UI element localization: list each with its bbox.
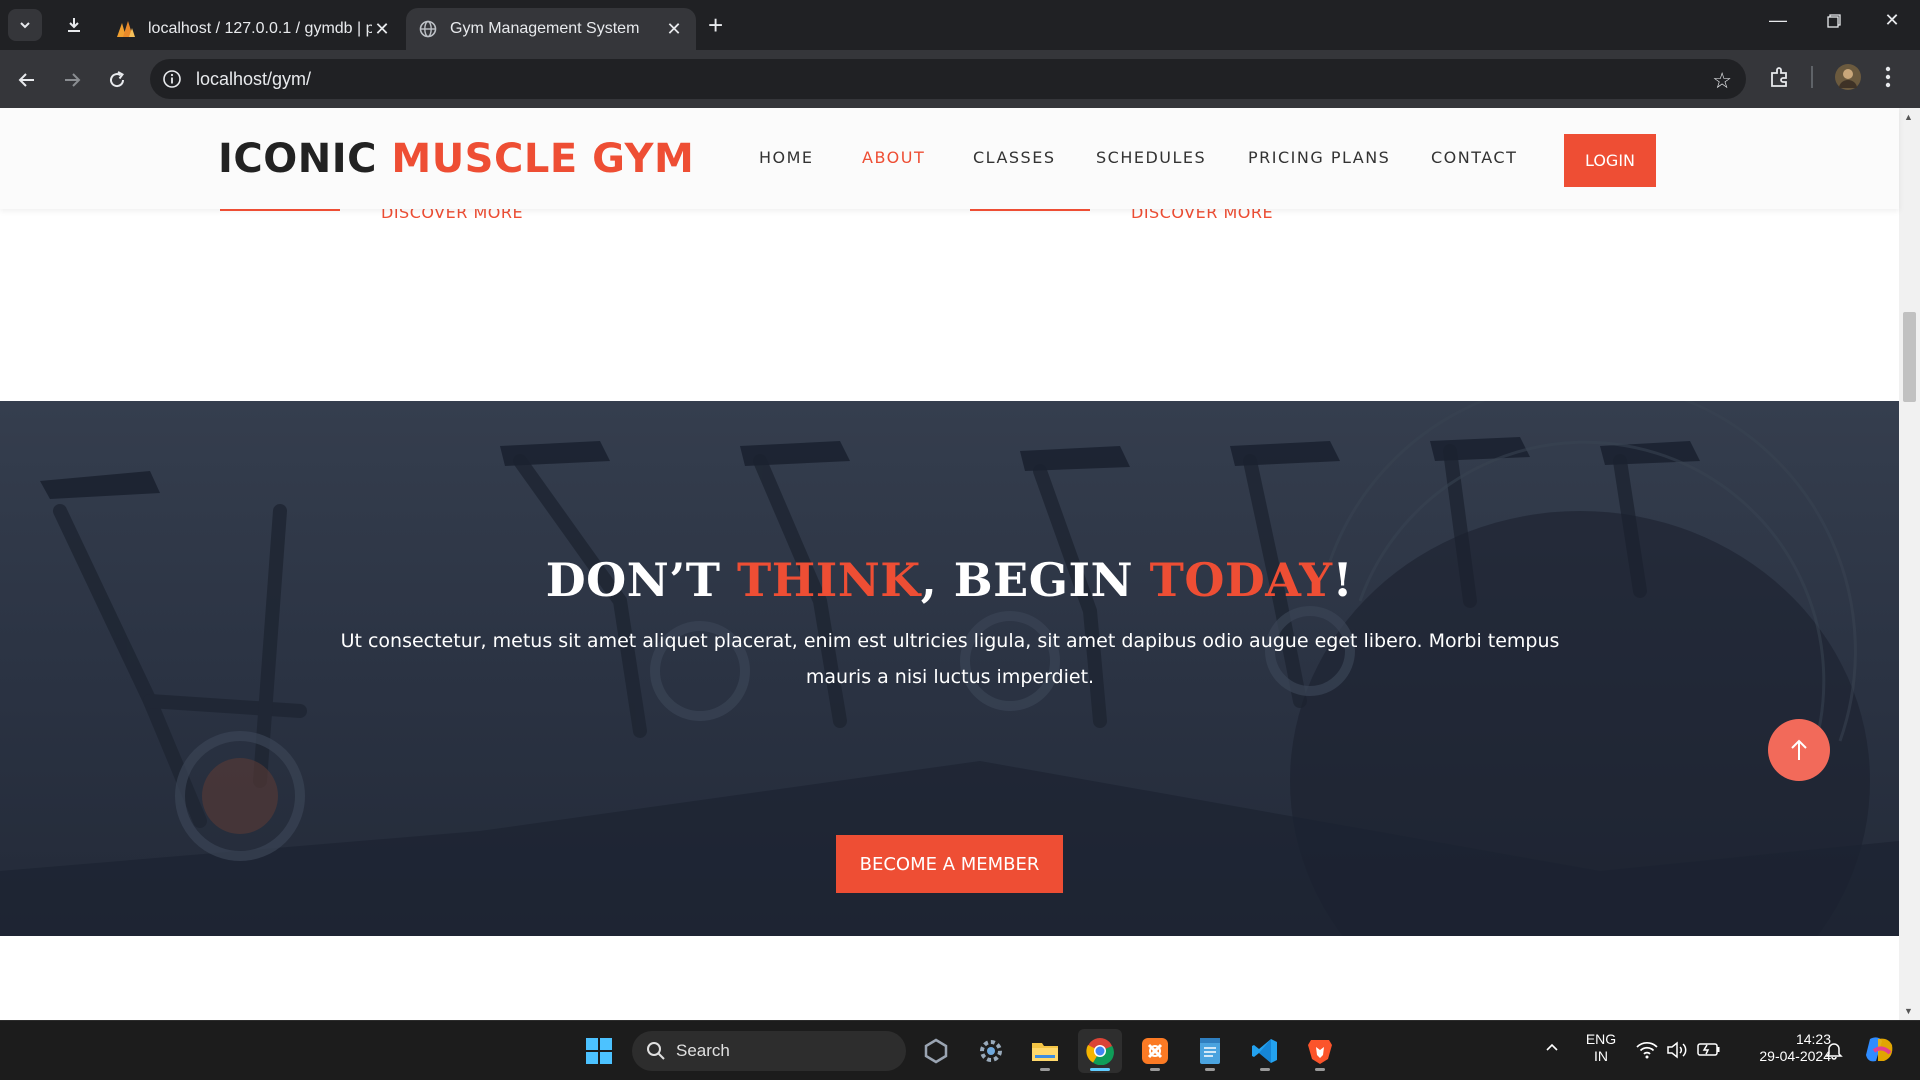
- notepad-icon[interactable]: [1188, 1029, 1232, 1073]
- restore-icon[interactable]: [1814, 10, 1854, 33]
- file-explorer-icon[interactable]: [1023, 1029, 1067, 1073]
- site-header: ICONIC MUSCLE GYM HOME ABOUT CLASSES SCH…: [0, 108, 1899, 209]
- extensions-icon[interactable]: [1768, 65, 1792, 94]
- close-icon[interactable]: ✕: [372, 19, 392, 40]
- page-viewport: ICONIC MUSCLE GYM HOME ABOUT CLASSES SCH…: [0, 108, 1920, 1020]
- copilot-icon[interactable]: [1864, 1035, 1896, 1069]
- wifi-icon[interactable]: [1636, 1041, 1658, 1063]
- xampp-icon[interactable]: [1133, 1029, 1177, 1073]
- page-scrollbar[interactable]: ▲ ▼: [1899, 108, 1920, 1020]
- tab-title: localhost / 127.0.0.1 / gymdb | p: [148, 20, 372, 37]
- hyper-v-icon[interactable]: [914, 1029, 958, 1073]
- scroll-up-arrow-icon[interactable]: ▲: [1904, 112, 1913, 122]
- downloads-button[interactable]: [60, 13, 88, 37]
- chrome-icon[interactable]: [1078, 1029, 1122, 1073]
- brave-icon[interactable]: [1298, 1029, 1342, 1073]
- browser-toolbar: localhost/gym/ ☆: [0, 50, 1920, 108]
- vscode-icon[interactable]: [1243, 1029, 1287, 1073]
- browser-menu-icon[interactable]: [1884, 65, 1892, 94]
- nav-contact[interactable]: CONTACT: [1431, 148, 1517, 167]
- become-member-button[interactable]: BECOME A MEMBER: [836, 835, 1063, 893]
- settings-icon[interactable]: [969, 1029, 1013, 1073]
- tab-gym-management[interactable]: Gym Management System ✕: [406, 8, 696, 50]
- scrollbar-thumb[interactable]: [1903, 312, 1916, 402]
- address-bar[interactable]: localhost/gym/ ☆: [150, 59, 1746, 99]
- download-icon: [68, 18, 80, 32]
- browser-tab-bar: localhost / 127.0.0.1 / gymdb | p ✕ Gym …: [0, 0, 1920, 50]
- windows-start-icon: [586, 1038, 612, 1064]
- start-button[interactable]: [577, 1029, 621, 1073]
- tab-search-button[interactable]: [8, 9, 42, 41]
- language-indicator[interactable]: ENG IN: [1580, 1031, 1622, 1065]
- taskbar-search[interactable]: Search: [632, 1031, 906, 1071]
- reload-icon[interactable]: [102, 65, 132, 95]
- site-info-icon[interactable]: [162, 69, 182, 89]
- scroll-down-arrow-icon[interactable]: ▼: [1904, 1006, 1913, 1016]
- url-text: localhost/gym/: [196, 69, 312, 89]
- scroll-to-top-button[interactable]: [1768, 719, 1830, 781]
- tab-phpmyadmin[interactable]: localhost / 127.0.0.1 / gymdb | p ✕: [104, 8, 404, 50]
- login-button[interactable]: LOGIN: [1564, 134, 1656, 187]
- search-icon: [647, 1042, 665, 1060]
- toolbar-divider: [1811, 66, 1813, 88]
- minimize-icon[interactable]: —: [1758, 10, 1798, 31]
- forward-icon[interactable]: [57, 65, 87, 95]
- nav-home[interactable]: HOME: [759, 148, 814, 167]
- site-logo[interactable]: ICONIC MUSCLE GYM: [218, 136, 694, 182]
- bookmark-star-icon[interactable]: ☆: [1712, 68, 1732, 94]
- windows-taskbar: Search ENG IN 14:23 29-04-2024: [0, 1020, 1920, 1080]
- clock[interactable]: 14:23 29-04-2024: [1735, 1031, 1831, 1065]
- new-tab-button[interactable]: +: [708, 12, 723, 38]
- cta-description: Ut consectetur, metus sit amet aliquet p…: [340, 630, 1560, 688]
- nav-classes[interactable]: CLASSES: [973, 148, 1055, 167]
- chevron-down-icon: [20, 22, 30, 29]
- volume-icon[interactable]: [1666, 1041, 1688, 1063]
- tab-title: Gym Management System: [450, 20, 640, 37]
- back-icon[interactable]: [12, 65, 42, 95]
- cta-banner: DON’T THINK, BEGIN TODAY! Ut consectetur…: [0, 401, 1899, 936]
- close-icon[interactable]: ✕: [664, 19, 684, 40]
- battery-icon[interactable]: [1697, 1041, 1721, 1061]
- accent-line: [970, 209, 1090, 211]
- phpmyadmin-icon: [116, 19, 136, 39]
- profile-avatar[interactable]: [1834, 63, 1862, 96]
- arrow-up-icon: [1791, 739, 1807, 760]
- nav-about[interactable]: ABOUT: [862, 148, 925, 167]
- notification-bell-icon[interactable]: [1824, 1040, 1844, 1064]
- nav-pricing-plans[interactable]: PRICING PLANS: [1248, 148, 1390, 167]
- window-close-icon[interactable]: ✕: [1872, 10, 1912, 31]
- nav-schedules[interactable]: SCHEDULES: [1096, 148, 1206, 167]
- show-hidden-icons-icon[interactable]: [1544, 1039, 1560, 1059]
- cta-heading: DON’T THINK, BEGIN TODAY!: [545, 553, 1354, 607]
- search-label: Search: [676, 1041, 730, 1060]
- globe-icon: [418, 19, 438, 39]
- accent-line: [220, 209, 340, 211]
